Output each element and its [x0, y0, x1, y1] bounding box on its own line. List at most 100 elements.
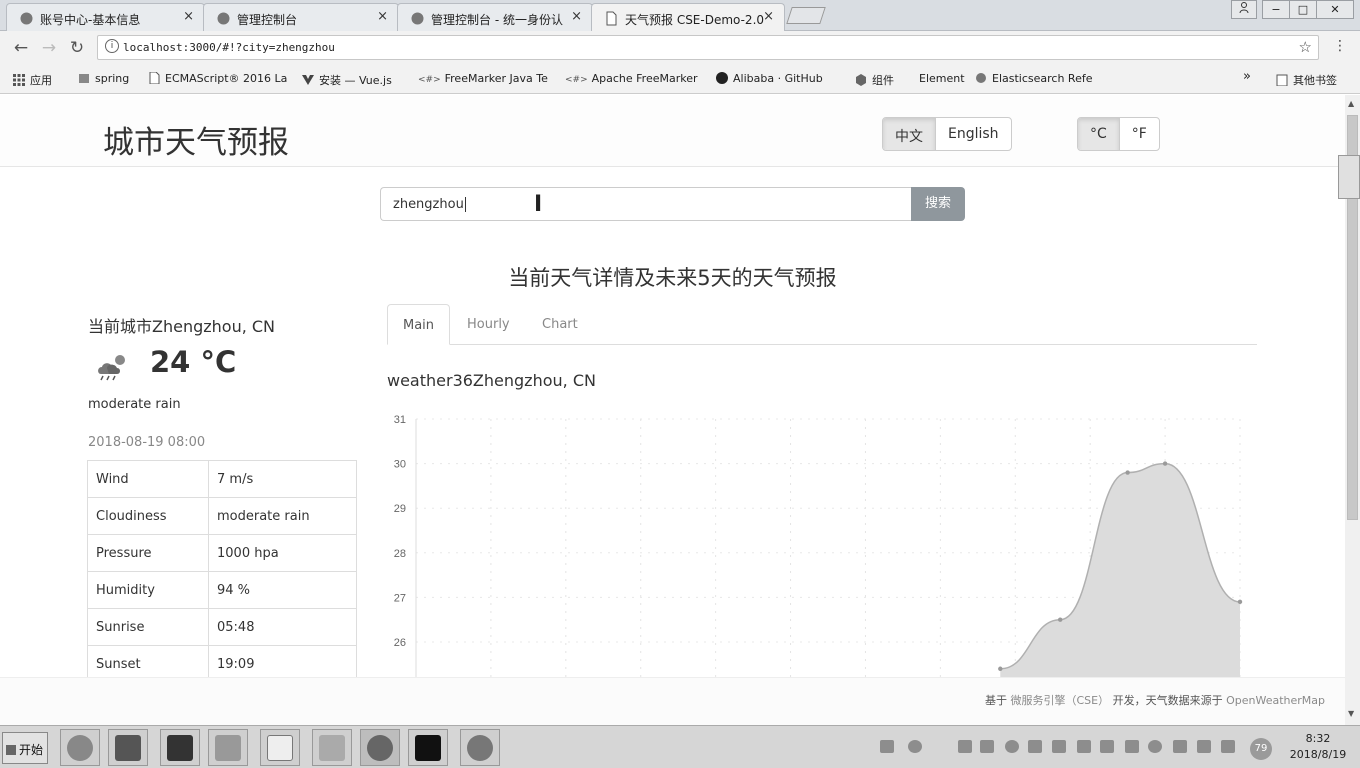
close-tab-icon[interactable]: × [377, 9, 388, 24]
table-row: Cloudiness moderate rain [87, 497, 357, 535]
tray-icon-3[interactable] [1005, 740, 1019, 753]
unit-option-fahrenheit[interactable]: °F [1118, 118, 1159, 150]
tray-icon-9[interactable] [1173, 740, 1187, 753]
browser-tab-console[interactable]: 管理控制台 × [203, 3, 399, 31]
page-icon [606, 11, 617, 26]
bookmark-components[interactable]: 组件 [855, 72, 894, 88]
taskbar-app-typora[interactable] [260, 729, 300, 766]
tray-icon-6[interactable] [1077, 740, 1091, 753]
minimize-button[interactable]: − [1262, 0, 1290, 19]
scroll-down-icon[interactable]: ▼ [1348, 709, 1354, 718]
page-content: 城市天气预报 中文 English °C °F zhengzhou 搜索 I 当… [0, 95, 1345, 725]
user-icon [1239, 2, 1249, 14]
chart-title: weather36Zhengzhou, CN [387, 371, 596, 390]
volume-icon[interactable] [1197, 740, 1211, 753]
browser-tab-weather[interactable]: 天气预报 CSE-Demo-2.0 × [591, 3, 785, 32]
notification-badge[interactable]: 79 [1250, 738, 1272, 760]
close-tab-icon[interactable]: × [763, 9, 774, 24]
address-bar[interactable]: i localhost:3000/#!?city=zhengzhou ☆ [97, 35, 1319, 60]
back-arrow-icon[interactable]: ← [10, 37, 32, 59]
taskbar-app-chrome[interactable] [360, 729, 400, 766]
terminal-icon [415, 735, 441, 761]
bluetooth-icon[interactable] [1125, 740, 1139, 753]
app-header: 城市天气预报 中文 English °C °F [0, 95, 1345, 167]
taskbar-app-recorder[interactable] [460, 729, 500, 766]
taskbar-app-terminal[interactable] [408, 729, 448, 766]
tray-icon-4[interactable] [1028, 740, 1042, 753]
bookmark-apache-freemarker[interactable]: <#> Apache FreeMarker [565, 72, 698, 85]
tray-icon-1[interactable] [958, 740, 972, 753]
taskbar-app-intellij[interactable] [108, 729, 148, 766]
bookmarks-overflow-button[interactable]: » [1243, 69, 1251, 84]
bookmark-spring[interactable]: spring [78, 72, 129, 85]
tray-icon-7[interactable] [1100, 740, 1114, 753]
side-floating-widget[interactable] [1338, 155, 1360, 199]
scroll-up-icon[interactable]: ▲ [1348, 99, 1354, 108]
tray-icon-5[interactable] [1052, 740, 1066, 753]
page-footer: 基于 微服务引擎（CSE） 开发，天气数据来源于 OpenWeatherMap [0, 677, 1345, 725]
footer-link-cse[interactable]: 微服务引擎（CSE） [1010, 694, 1109, 707]
detail-value: 94 % [208, 571, 357, 609]
close-tab-icon[interactable]: × [183, 9, 194, 24]
footer-link-openweathermap[interactable]: OpenWeatherMap [1226, 694, 1325, 707]
huawei-icon [217, 12, 230, 25]
taskbar-app-tool[interactable] [312, 729, 352, 766]
lang-option-zh[interactable]: 中文 [883, 118, 935, 150]
taskbar-app-explorer[interactable] [208, 729, 248, 766]
footer-text: 基于 微服务引擎（CSE） 开发，天气数据来源于 OpenWeatherMap [985, 692, 1325, 708]
tool-icon [319, 735, 345, 761]
bookmark-label: 组件 [872, 74, 894, 87]
system-clock[interactable]: 8:32 2018/8/19 [1283, 731, 1353, 763]
tab-chart[interactable]: Chart [527, 304, 593, 345]
city-search-input[interactable]: zhengzhou [380, 187, 912, 221]
menu-dots-icon[interactable]: ⋮ [1333, 38, 1347, 54]
bookmark-vue[interactable]: 安装 — Vue.js [302, 72, 392, 88]
network-icon[interactable] [1221, 740, 1235, 753]
bookmark-label: spring [95, 72, 130, 85]
unit-option-celsius[interactable]: °C [1078, 118, 1119, 150]
new-tab-button[interactable] [786, 7, 826, 24]
browser-tab-console-iam[interactable]: 管理控制台 - 统一身份认 × [397, 3, 593, 31]
bookmark-freemarker-java[interactable]: <#> FreeMarker Java Te [418, 72, 548, 85]
other-bookmarks[interactable]: 其他书签 [1276, 72, 1337, 88]
bookmark-elasticsearch[interactable]: Elasticsearch Refe [975, 72, 1093, 85]
table-row: Pressure 1000 hpa [87, 534, 357, 572]
detail-label: Pressure [87, 534, 209, 572]
tray-icon-8[interactable] [1148, 740, 1162, 753]
browser-tabstrip: 账号中心-基本信息 × 管理控制台 × 管理控制台 - 统一身份认 × 天气预报… [0, 0, 1360, 32]
browser-tab-account[interactable]: 账号中心-基本信息 × [6, 3, 205, 31]
bookmark-star-icon[interactable]: ☆ [1299, 38, 1312, 56]
help-icon[interactable] [908, 740, 922, 753]
bookmark-ecmascript[interactable]: ECMAScript® 2016 La [148, 72, 287, 85]
close-tab-icon[interactable]: × [571, 9, 582, 24]
tab-main[interactable]: Main [387, 304, 451, 345]
bookmark-alibaba-github[interactable]: Alibaba · GitHub [716, 72, 823, 85]
search-button[interactable]: 搜索 [911, 187, 965, 221]
start-button[interactable]: 开始 [2, 732, 48, 764]
os-taskbar: 开始 79 8:32 2018/8/19 [0, 725, 1360, 768]
maximize-button[interactable]: □ [1289, 0, 1317, 19]
bookmark-apps[interactable]: 应用 [13, 72, 52, 88]
tab-hourly[interactable]: Hourly [452, 304, 525, 345]
data-point [1125, 470, 1130, 475]
tray-icon-2[interactable] [980, 740, 994, 753]
bookmark-element[interactable]: Element [919, 72, 965, 85]
taskbar-app-settings[interactable] [60, 729, 100, 766]
forward-arrow-icon[interactable]: → [38, 37, 60, 59]
app-title: 城市天气预报 [103, 125, 289, 161]
reload-icon[interactable]: ↻ [66, 37, 88, 59]
profile-button[interactable] [1231, 0, 1257, 19]
close-window-button[interactable]: ✕ [1316, 0, 1354, 19]
browser-tab-title: 账号中心-基本信息 [40, 13, 141, 27]
info-icon[interactable]: i [105, 39, 119, 53]
chrome-icon [367, 735, 393, 761]
lang-option-en[interactable]: English [935, 118, 1011, 150]
search-input-value: zhengzhou [393, 197, 464, 212]
language-switch: 中文 English [882, 117, 1012, 151]
bookmarks-bar: 应用 spring ECMAScript® 2016 La 安装 — Vue.j… [0, 64, 1360, 94]
taskbar-app-webstorm[interactable] [160, 729, 200, 766]
text-caret [464, 197, 466, 212]
keyboard-icon[interactable] [880, 740, 894, 753]
rain-cloud-icon [98, 355, 125, 381]
temperature-chart: 26 27 28 29 30 31 [394, 414, 1243, 681]
